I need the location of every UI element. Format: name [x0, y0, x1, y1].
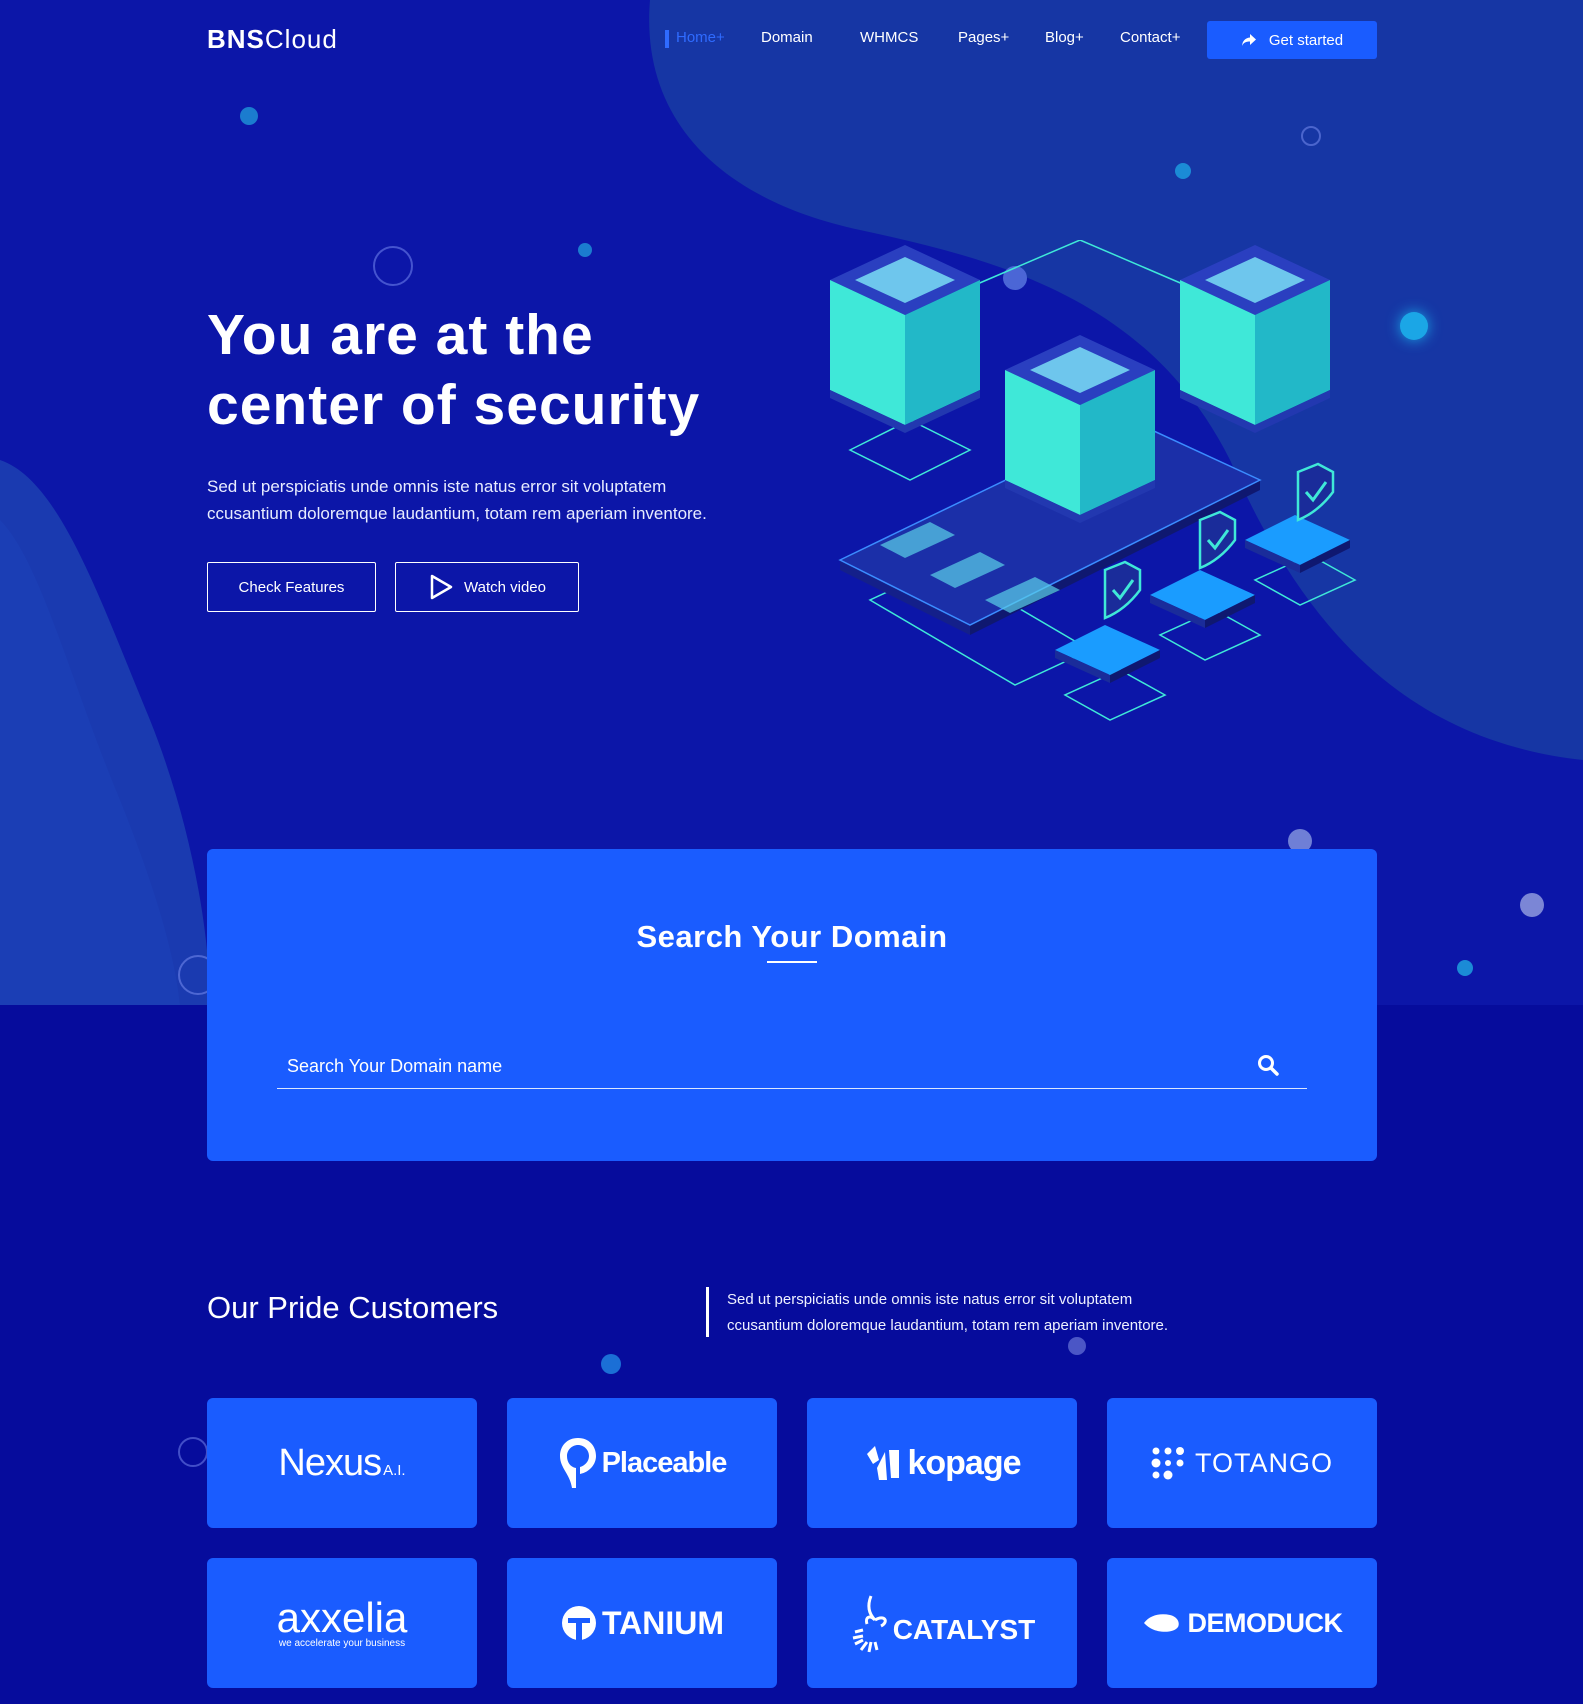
hero-desc-line: Sed ut perspiciatis unde omnis iste natu… [207, 477, 667, 496]
totango-dots-icon [1151, 1447, 1184, 1480]
decor-dot [1520, 893, 1544, 917]
customer-logo-totango[interactable]: TOTANGO [1107, 1398, 1377, 1528]
decor-ring [1301, 126, 1321, 146]
nav-item-whmcs[interactable]: WHMCS [860, 29, 918, 46]
kopage-logo-text: kopage [907, 1443, 1021, 1482]
decor-dot [1457, 960, 1473, 976]
customer-logo-kopage[interactable]: kopage [807, 1398, 1077, 1528]
tanium-logo-text: TANIUM [601, 1604, 725, 1641]
brand-logo-bold: BNS [207, 24, 265, 54]
nav-item-domain[interactable]: Domain [761, 29, 813, 46]
customers-desc-line: ccusantium doloremque laudantium, totam … [727, 1317, 1169, 1334]
demoduck-logo-text: DEMODUCK [1187, 1607, 1344, 1638]
nav-item-pages[interactable]: Pages+ [958, 29, 1009, 46]
hero-desc-line: ccusantium doloremque laudantium, totam … [207, 504, 707, 523]
decor-dot [601, 1354, 621, 1374]
axxelia-logo-tagline: we accelerate your business [278, 1637, 406, 1649]
check-features-button[interactable]: Check Features [207, 562, 376, 612]
domain-search-card: Search Your Domain [207, 849, 1377, 1161]
hero-title: You are at the center of security [207, 300, 827, 440]
search-title: Search Your Domain [636, 919, 948, 954]
brand-logo-light: Cloud [264, 24, 338, 54]
placeable-pin-icon [559, 1438, 596, 1488]
customer-logo-tanium[interactable]: TANIUM [507, 1558, 777, 1688]
customer-logo-axxelia[interactable]: axxelia we accelerate your business [207, 1558, 477, 1688]
hero-title-line: You are at the [207, 303, 594, 367]
customers-divider [706, 1287, 709, 1337]
nav-item-contact[interactable]: Contact+ [1120, 29, 1180, 46]
search-title-underline [767, 961, 817, 963]
decor-ring [178, 1437, 208, 1467]
share-arrow-icon [1241, 34, 1256, 46]
tanium-mark-icon [561, 1606, 596, 1640]
customer-logo-demoduck[interactable]: DEMODUCK [1107, 1558, 1377, 1688]
server-security-illustration [830, 240, 1357, 721]
customers-title: Our Pride Customers [207, 1290, 499, 1325]
nav-item-blog[interactable]: Blog+ [1045, 29, 1084, 46]
get-started-label: Get started [1268, 31, 1344, 49]
nexus-logo-text: Nexus [278, 1441, 382, 1484]
nexus-logo-suffix: A.I. [383, 1461, 406, 1479]
catalyst-logo-text: CATALYST [892, 1614, 1036, 1645]
customers-desc-line: Sed ut perspiciatis unde omnis iste natu… [727, 1291, 1133, 1308]
demoduck-mark-icon [1143, 1614, 1179, 1632]
decor-dot [578, 243, 592, 257]
decor-dot [1400, 312, 1428, 340]
get-started-button[interactable]: Get started [1207, 21, 1377, 59]
brand-logo[interactable]: BNSCloud [207, 24, 338, 55]
customer-logo-nexus[interactable]: Nexus A.I. [207, 1398, 477, 1528]
totango-logo-text: TOTANGO [1194, 1447, 1333, 1478]
play-icon [430, 574, 453, 600]
nav-item-home[interactable]: Home+ [676, 29, 725, 46]
hero-title-line: center of security [207, 373, 701, 437]
nav-active-indicator [665, 30, 669, 48]
check-features-label: Check Features [238, 578, 345, 596]
customer-logo-placeable[interactable]: Placeable [507, 1398, 777, 1528]
customers-description: Sed ut perspiciatis unde omnis iste natu… [727, 1287, 1287, 1339]
hero-description: Sed ut perspiciatis unde omnis iste natu… [207, 473, 807, 527]
axxelia-logo-text: axxelia [276, 1593, 408, 1641]
decor-dot [1068, 1337, 1086, 1355]
kopage-mark-icon [867, 1446, 900, 1480]
decor-dot [240, 107, 258, 125]
search-icon[interactable] [1257, 1054, 1279, 1076]
placeable-logo-text: Placeable [601, 1446, 728, 1479]
domain-search-input[interactable] [277, 1044, 1307, 1089]
decor-dot [1175, 163, 1191, 179]
catalyst-swirl-icon [852, 1595, 887, 1653]
customer-logo-catalyst[interactable]: CATALYST [807, 1558, 1077, 1688]
watch-video-label: Watch video [464, 578, 546, 596]
decor-ring [373, 246, 413, 286]
watch-video-button[interactable]: Watch video [395, 562, 579, 612]
